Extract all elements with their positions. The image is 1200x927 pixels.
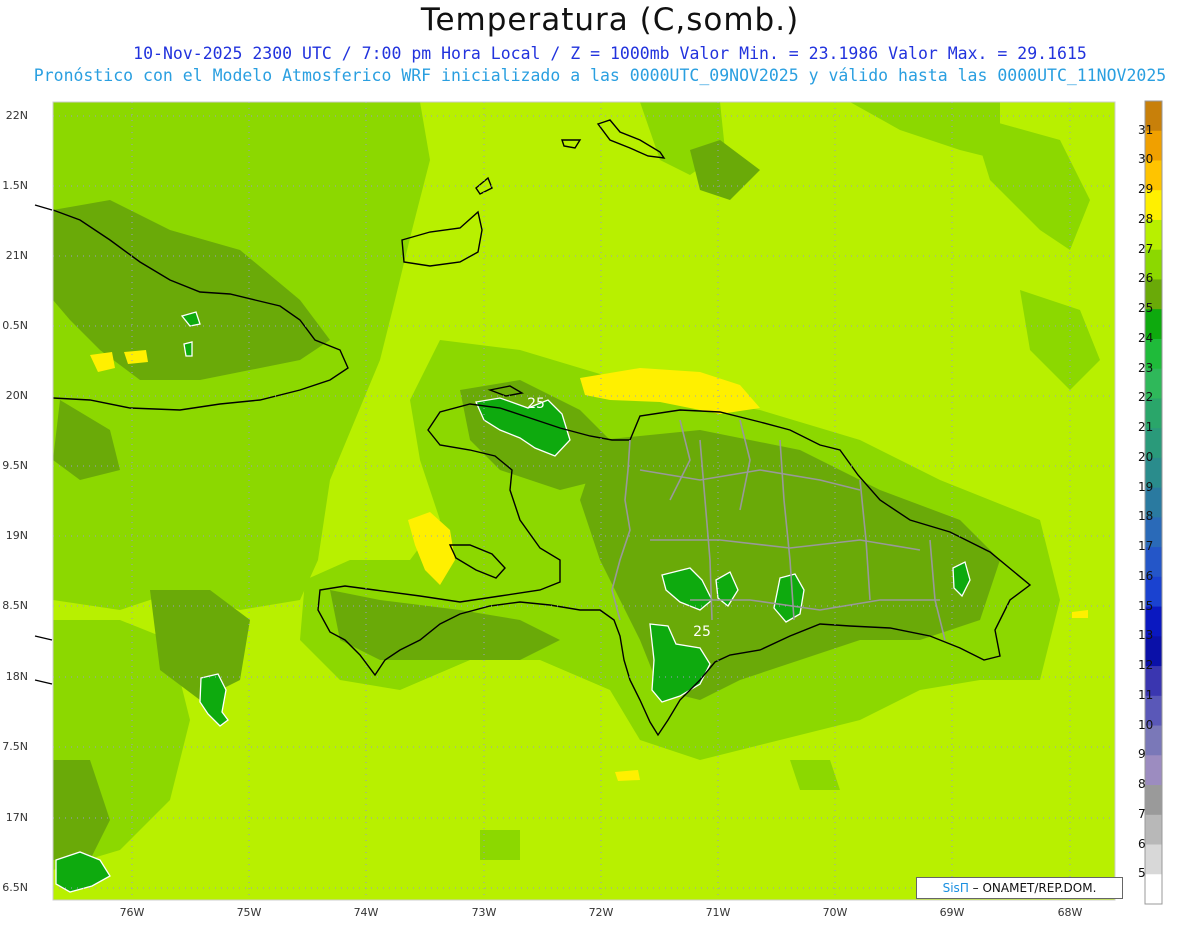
lat-label: 19N — [5, 529, 28, 542]
lon-label: 73W — [471, 906, 497, 919]
lat-label: 9.5N — [2, 459, 28, 472]
colorbar-label: 24 — [1138, 330, 1154, 345]
colorbar-label: 5 — [1138, 866, 1146, 881]
lon-label: 68W — [1057, 906, 1083, 919]
colorbar-label: 6 — [1138, 836, 1146, 851]
colorbar-label: 10 — [1138, 717, 1154, 732]
colorbar-label: 9 — [1138, 747, 1146, 762]
lat-label: 8.5N — [2, 599, 28, 612]
map-title: Temperatura (C,somb.) — [420, 2, 800, 38]
colorbar-label: 19 — [1138, 479, 1154, 494]
lon-label: 69W — [939, 906, 965, 919]
colorbar-label: 26 — [1138, 271, 1154, 286]
contour-label: 25 — [527, 396, 545, 412]
lon-label: 70W — [822, 906, 848, 919]
lat-label: 18N — [5, 670, 28, 683]
colorbar-label: 12 — [1138, 658, 1154, 673]
colorbar-swatch — [1145, 874, 1162, 905]
temperature-map: 25 25 — [34, 100, 1163, 905]
colorbar-label: 23 — [1138, 360, 1154, 375]
colorbar-swatch — [1145, 755, 1162, 786]
colorbar-swatch — [1145, 844, 1162, 875]
lat-label: 6.5N — [2, 881, 28, 894]
colorbar-label: 13 — [1138, 628, 1154, 643]
colorbar-label: 29 — [1138, 182, 1154, 197]
lon-label: 72W — [588, 906, 614, 919]
colorbar-label: 11 — [1138, 687, 1154, 702]
colorbar-swatch — [1145, 814, 1162, 846]
colorbar-label: 22 — [1138, 390, 1154, 405]
colorbar-label: 18 — [1138, 509, 1154, 524]
colorbar-label: 21 — [1138, 420, 1154, 435]
colorbar-label: 7 — [1138, 806, 1146, 821]
lat-label: 0.5N — [2, 319, 28, 332]
lon-label: 76W — [119, 906, 145, 919]
lat-label: 22N — [5, 109, 28, 122]
lat-label: 21N — [5, 249, 28, 262]
subtitle-line-1: 10-Nov-2025 2300 UTC / 7:00 pm Hora Loca… — [133, 44, 1087, 63]
colorbar-label: 20 — [1138, 449, 1154, 464]
credit-box: SisΠ – ONAMET/REP.DOM. — [916, 877, 1123, 899]
colorbar-label: 28 — [1138, 211, 1154, 226]
colorbar-label: 15 — [1138, 598, 1154, 613]
subtitle-line-2: Pronóstico con el Modelo Atmosferico WRF… — [33, 66, 1167, 85]
lat-label: 7.5N — [2, 740, 28, 753]
colorbar-label: 27 — [1138, 241, 1154, 256]
lat-label: 1.5N — [2, 179, 28, 192]
colorbar-label: 25 — [1138, 301, 1154, 316]
colorbar-label: 16 — [1138, 568, 1154, 583]
lat-label: 17N — [5, 811, 28, 824]
lon-label: 75W — [236, 906, 262, 919]
credit-text: – ONAMET/REP.DOM. — [972, 881, 1097, 895]
colorbar-label: 8 — [1138, 777, 1146, 792]
lon-label: 74W — [353, 906, 379, 919]
lat-label: 20N — [5, 389, 28, 402]
lon-label: 71W — [705, 906, 731, 919]
colorbar-label: 17 — [1138, 539, 1154, 554]
colorbar-label: 31 — [1138, 122, 1154, 137]
contour-label: 25 — [693, 624, 711, 640]
colorbar-swatch — [1145, 785, 1162, 816]
colorbar-label: 30 — [1138, 152, 1154, 167]
sispi-logo: SisΠ — [942, 881, 969, 895]
